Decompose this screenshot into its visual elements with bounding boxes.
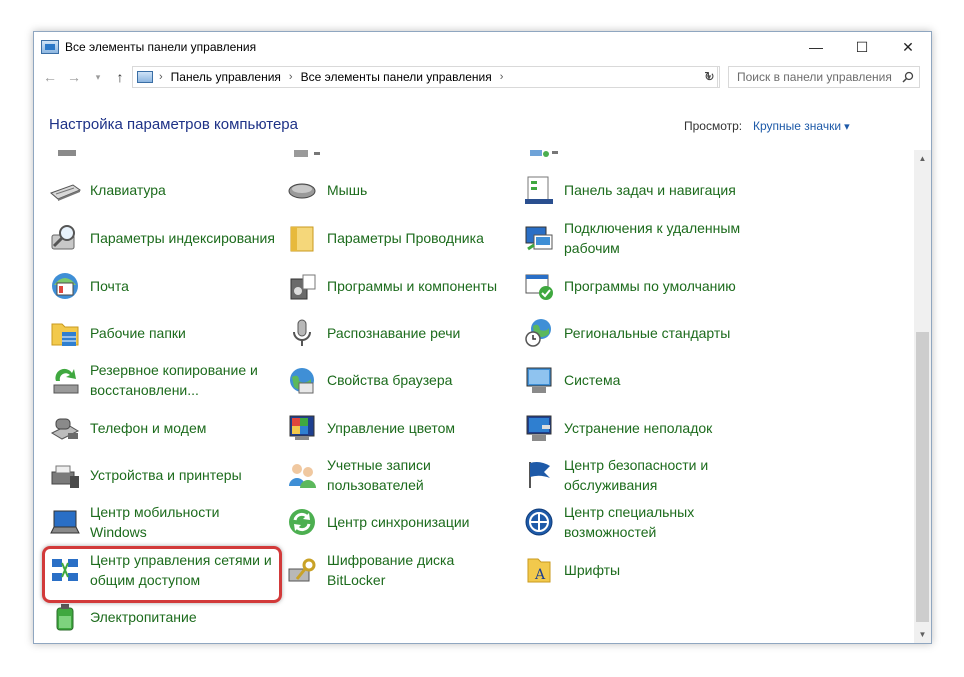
list-item[interactable]: Центр специальных возможностей — [522, 500, 752, 544]
list-item[interactable]: Панель задач и навигация — [522, 168, 752, 212]
list-item[interactable]: A Шрифты — [522, 548, 752, 592]
partial-icon — [294, 150, 320, 157]
fonts-icon: A — [527, 558, 551, 583]
remote-desktop-icon — [525, 226, 553, 251]
page-title: Настройка параметров компьютера — [49, 116, 298, 133]
list-item[interactable]: Распознавание речи — [285, 311, 515, 355]
default-programs-icon — [525, 274, 553, 300]
list-item[interactable]: Подключения к удаленным рабочим — [522, 216, 752, 260]
scroll-down-icon[interactable]: ▼ — [914, 626, 931, 643]
accessibility-icon — [525, 508, 553, 536]
refresh-icon[interactable]: ↻ — [700, 66, 720, 88]
list-item[interactable]: Мышь — [285, 168, 515, 212]
list-item[interactable]: Система — [522, 358, 752, 402]
list-item[interactable]: Программы по умолчанию — [522, 264, 752, 308]
list-item[interactable]: Устранение неполадок — [522, 406, 752, 450]
flag-icon — [529, 462, 550, 488]
search-icon[interactable] — [902, 71, 914, 83]
up-arrow-icon[interactable]: ↑ — [110, 66, 130, 88]
bitlocker-icon — [288, 558, 316, 582]
back-arrow-icon[interactable]: ← — [40, 66, 60, 88]
svg-text:A: A — [534, 567, 546, 583]
recent-dropdown-icon[interactable]: ▾ — [88, 66, 108, 88]
breadcrumb-control-panel[interactable]: Панель управления — [171, 70, 281, 84]
list-item[interactable]: Центр безопасности и обслуживания — [522, 453, 752, 497]
list-item[interactable]: Свойства браузера — [285, 358, 515, 402]
items-grid: Клавиатура Параметры индексирования Почт… — [34, 150, 914, 643]
partial-icon — [530, 150, 558, 157]
content-header: Настройка параметров компьютера Просмотр… — [34, 92, 931, 150]
users-icon — [289, 464, 316, 488]
microphone-icon — [293, 319, 311, 346]
list-item[interactable]: Рабочие папки — [48, 311, 278, 355]
close-button[interactable]: ✕ — [885, 32, 931, 62]
partial-icon — [58, 150, 76, 156]
address-box[interactable]: › Панель управления › Все элементы панел… — [132, 66, 718, 88]
chevron-right-icon[interactable]: › — [500, 71, 504, 83]
list-item[interactable]: Параметры индексирования — [48, 216, 278, 260]
control-panel-window: Все элементы панели управления — ☐ ✕ ← →… — [33, 31, 932, 644]
power-icon — [56, 604, 74, 631]
view-label: Просмотр: — [684, 119, 743, 133]
list-item[interactable]: Центр синхронизации — [285, 500, 515, 544]
backup-icon — [53, 368, 79, 394]
phone-icon — [50, 418, 80, 440]
maximize-button[interactable]: ☐ — [839, 32, 885, 62]
printer-icon — [51, 465, 79, 488]
list-item[interactable]: Управление цветом — [285, 406, 515, 450]
keyboard-icon — [50, 184, 82, 201]
color-icon — [289, 415, 315, 440]
folder-options-icon — [290, 226, 314, 252]
address-bar: ← → ▾ ↑ › Панель управления › Все элемен… — [34, 62, 931, 92]
search-placeholder: Поиск в панели управления — [737, 70, 892, 84]
chevron-right-icon[interactable]: › — [289, 71, 293, 83]
list-item[interactable]: Почта — [48, 264, 278, 308]
control-panel-icon — [137, 71, 153, 83]
mobility-icon — [50, 510, 80, 534]
list-item[interactable]: Параметры Проводника — [285, 216, 515, 260]
scroll-thumb[interactable] — [916, 332, 929, 622]
forward-arrow-icon[interactable]: → — [64, 66, 84, 88]
list-item[interactable]: Шифрование диска BitLocker — [285, 548, 515, 592]
list-item[interactable]: Клавиатура — [48, 168, 278, 212]
programs-icon — [290, 274, 316, 300]
highlight-frame — [42, 546, 282, 603]
system-icon — [526, 367, 552, 393]
title-bar: Все элементы панели управления — ☐ ✕ — [34, 32, 931, 62]
vertical-scrollbar[interactable]: ▲ ▼ — [914, 150, 931, 643]
mouse-icon — [288, 183, 316, 199]
globe-clock-icon — [525, 319, 551, 347]
list-item[interactable]: Учетные записи пользователей — [285, 453, 515, 497]
search-input[interactable]: Поиск в панели управления — [728, 66, 920, 88]
control-panel-icon — [41, 40, 59, 54]
list-item[interactable]: Центр мобильности Windows — [48, 500, 278, 544]
view-mode-dropdown[interactable]: Крупные значки — [753, 119, 850, 133]
minimize-button[interactable]: — — [793, 32, 839, 62]
list-item[interactable]: Телефон и модем — [48, 406, 278, 450]
browser-icon — [290, 368, 314, 394]
breadcrumb-all-items[interactable]: Все элементы панели управления — [301, 70, 492, 84]
scroll-up-icon[interactable]: ▲ — [914, 150, 931, 167]
mail-icon — [52, 273, 78, 299]
window-title: Все элементы панели управления — [65, 40, 257, 54]
indexing-icon — [51, 225, 75, 250]
taskbar-icon — [525, 176, 553, 204]
sync-icon — [289, 509, 315, 535]
chevron-right-icon[interactable]: › — [159, 71, 163, 83]
list-item[interactable]: Устройства и принтеры — [48, 453, 278, 497]
troubleshoot-icon — [526, 415, 552, 441]
work-folders-icon — [51, 323, 79, 346]
list-item[interactable]: Региональные стандарты — [522, 311, 752, 355]
list-item[interactable]: Программы и компоненты — [285, 264, 515, 308]
list-item[interactable]: Резервное копирование и восстановлени... — [48, 358, 278, 402]
